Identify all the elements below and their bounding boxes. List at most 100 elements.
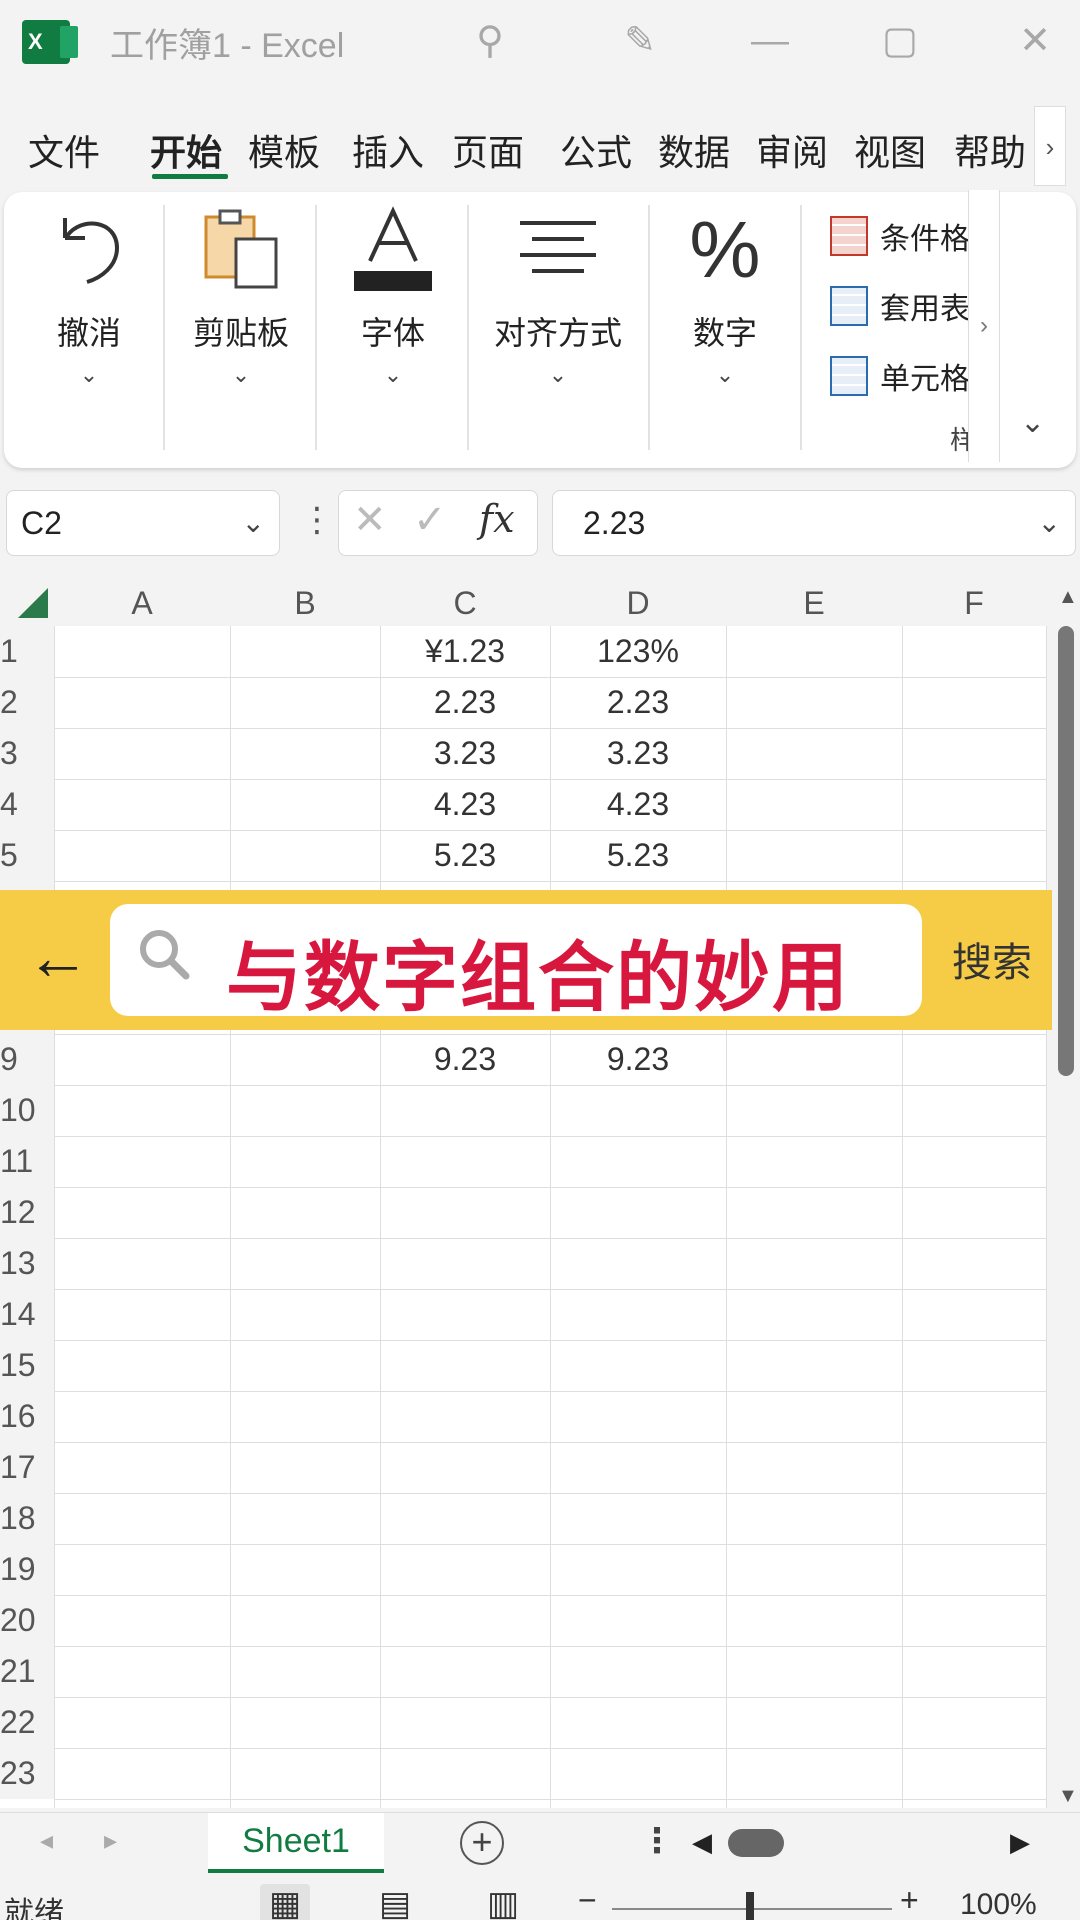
row-header-9[interactable]: 9: [0, 1034, 54, 1085]
row-header-20[interactable]: 20: [0, 1595, 54, 1646]
undo-group[interactable]: 撤消 ⌄: [14, 200, 164, 450]
row-header-23[interactable]: 23: [0, 1748, 54, 1799]
cell-c2[interactable]: 2.23: [380, 677, 550, 728]
column-header-d[interactable]: D: [550, 580, 726, 626]
app-icon-letter: X: [28, 29, 43, 54]
back-arrow-icon[interactable]: ←: [26, 920, 90, 994]
cell-c9[interactable]: 9.23: [380, 1034, 550, 1085]
column-header-f[interactable]: F: [902, 580, 1046, 626]
close-icon[interactable]: ✕: [1010, 16, 1060, 66]
conditional-formatting-button[interactable]: 条件格: [830, 211, 970, 261]
row-header-17[interactable]: 17: [0, 1442, 54, 1493]
vertical-scroll-thumb[interactable]: [1058, 626, 1074, 1076]
formula-input[interactable]: 2.23 ⌄: [552, 490, 1076, 556]
cell-d4[interactable]: 4.23: [550, 779, 726, 830]
cell-d2[interactable]: 2.23: [550, 677, 726, 728]
row-header-11[interactable]: 11: [0, 1136, 54, 1187]
clipboard-group[interactable]: 剪贴板 ⌄: [166, 200, 316, 450]
cell-c5[interactable]: 5.23: [380, 830, 550, 881]
row-header-22[interactable]: 22: [0, 1697, 54, 1748]
row-header-1[interactable]: 1: [0, 626, 54, 677]
cell-d3[interactable]: 3.23: [550, 728, 726, 779]
row-header-14[interactable]: 14: [0, 1289, 54, 1340]
cell-c1[interactable]: ¥1.23: [380, 626, 550, 677]
cell-styles-button[interactable]: 单元格: [830, 351, 970, 401]
chevron-down-icon[interactable]: ⌄: [242, 491, 265, 555]
tab-file[interactable]: 文件: [28, 124, 100, 174]
zoom-slider-handle[interactable]: [746, 1892, 754, 1920]
scroll-down-icon[interactable]: ▼: [1058, 1785, 1078, 1808]
tab-help[interactable]: 帮助: [954, 124, 1030, 174]
column-header-c[interactable]: C: [380, 580, 550, 626]
tab-data[interactable]: 数据: [658, 124, 730, 174]
column-header-e[interactable]: E: [726, 580, 902, 626]
format-as-table-button[interactable]: 套用表: [830, 281, 970, 331]
tab-review[interactable]: 审阅: [756, 124, 828, 174]
scroll-right-icon[interactable]: ▶: [1010, 1827, 1030, 1858]
insert-function-button[interactable]: fx: [479, 497, 515, 541]
cell-d5[interactable]: 5.23: [550, 830, 726, 881]
search-input[interactable]: 与数字组合的妙用: [110, 904, 922, 1021]
row-header-13[interactable]: 13: [0, 1238, 54, 1289]
name-box[interactable]: C2 ⌄: [6, 490, 280, 556]
more-options-icon[interactable]: ⋮: [640, 1821, 674, 1861]
row-header-18[interactable]: 18: [0, 1493, 54, 1544]
chevron-down-icon[interactable]: ⌄: [1038, 491, 1061, 555]
row-header-10[interactable]: 10: [0, 1085, 54, 1136]
row-header-5[interactable]: 5: [0, 830, 54, 881]
cell-c4[interactable]: 4.23: [380, 779, 550, 830]
ribbon-expand-chevron-icon[interactable]: ⌄: [1020, 405, 1045, 440]
column-header-a[interactable]: A: [54, 580, 230, 626]
row-header-19[interactable]: 19: [0, 1544, 54, 1595]
next-sheet-icon[interactable]: ▸: [104, 1825, 117, 1856]
prev-sheet-icon[interactable]: ◂: [40, 1825, 53, 1856]
font-group[interactable]: 字体 ⌄: [318, 200, 468, 450]
vertical-scrollbar[interactable]: ▲ ▼: [1052, 580, 1080, 1808]
row-header-16[interactable]: 16: [0, 1391, 54, 1442]
horizontal-scroll-thumb[interactable]: [728, 1829, 784, 1857]
tab-home[interactable]: 开始: [150, 124, 222, 174]
row-header-4[interactable]: 4: [0, 779, 54, 830]
cell-d9[interactable]: 9.23: [550, 1034, 726, 1085]
scroll-left-icon[interactable]: ◀: [692, 1827, 712, 1858]
tab-view[interactable]: 视图: [854, 124, 926, 174]
tab-templates[interactable]: 模板: [248, 124, 332, 174]
page-layout-view-icon[interactable]: ▤: [370, 1884, 420, 1920]
enter-check-icon[interactable]: ✓: [413, 497, 447, 543]
normal-view-icon[interactable]: ▦: [260, 1884, 310, 1920]
search-button[interactable]: 搜索: [952, 930, 1032, 988]
alignment-group[interactable]: 对齐方式 ⌄: [478, 200, 638, 450]
column-header-b[interactable]: B: [230, 580, 380, 626]
row-header-2[interactable]: 2: [0, 677, 54, 728]
zoom-in-icon[interactable]: +: [900, 1882, 919, 1919]
tab-formulas[interactable]: 公式: [560, 124, 632, 174]
formula-bar-grip-icon[interactable]: ⋮: [300, 500, 334, 540]
cell-d1[interactable]: 123%: [550, 626, 726, 677]
select-all-corner[interactable]: [18, 588, 48, 618]
cell-styles-label: 单元格: [880, 363, 970, 396]
row-header-21[interactable]: 21: [0, 1646, 54, 1697]
row-header-15[interactable]: 15: [0, 1340, 54, 1391]
sheet-tab-sheet1[interactable]: Sheet1: [208, 1813, 384, 1873]
add-sheet-icon[interactable]: +: [460, 1821, 504, 1865]
scroll-up-icon[interactable]: ▲: [1058, 586, 1078, 609]
row-header-12[interactable]: 12: [0, 1187, 54, 1238]
zoom-level[interactable]: 100%: [960, 1888, 1037, 1920]
number-group[interactable]: % 数字 ⌄: [650, 200, 800, 450]
tab-page-layout[interactable]: 页面: [452, 124, 542, 174]
search-icon[interactable]: ⚲: [465, 16, 515, 66]
copilot-icon[interactable]: ✎: [615, 16, 665, 66]
worksheet-grid[interactable]: ABCDEF 1 ¥1.23 123% 2 2.23 2.23 3 3.23 3.23 4 4.23…: [0, 580, 1047, 1808]
zoom-out-icon[interactable]: −: [578, 1882, 597, 1919]
grid-column-line: [726, 626, 727, 1808]
maximize-icon[interactable]: ▢: [875, 16, 925, 66]
ribbon-scroll-right-icon[interactable]: ›: [968, 190, 1000, 462]
page-break-view-icon[interactable]: ▥: [478, 1884, 528, 1920]
tabs-scroll-right-icon[interactable]: ›: [1034, 106, 1066, 186]
minimize-icon[interactable]: —: [745, 16, 795, 66]
grid-row-line: [54, 1289, 1046, 1290]
cancel-icon[interactable]: ✕: [353, 497, 387, 543]
tab-insert[interactable]: 插入: [352, 124, 424, 174]
row-header-3[interactable]: 3: [0, 728, 54, 779]
cell-c3[interactable]: 3.23: [380, 728, 550, 779]
